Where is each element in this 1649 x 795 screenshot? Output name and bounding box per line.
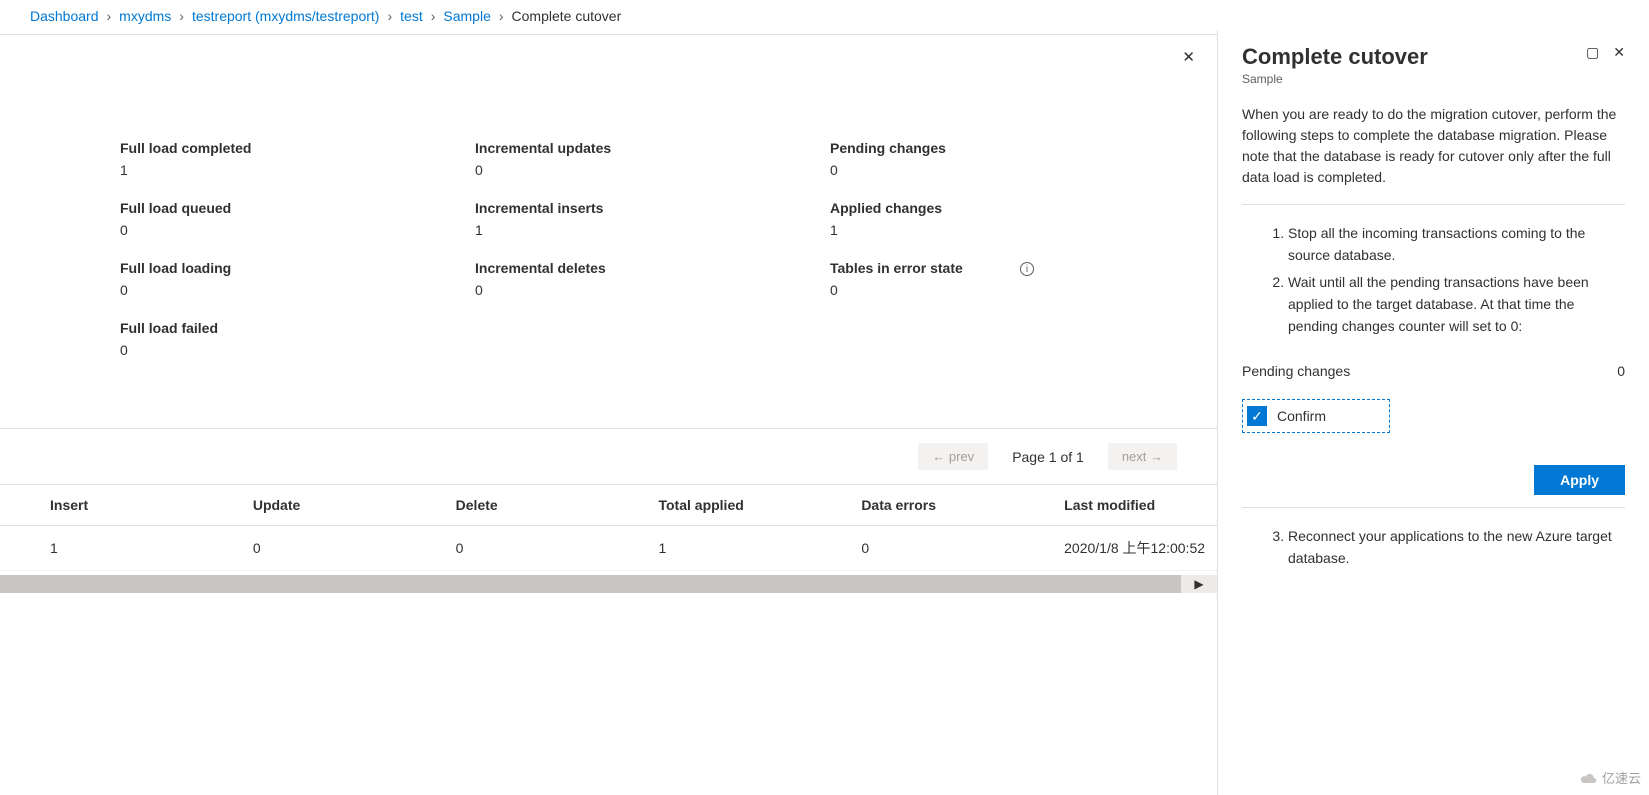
stat-value: 1 xyxy=(475,222,830,238)
stat-block: Incremental deletes 0 xyxy=(475,260,830,298)
steps-list-12: Stop all the incoming transactions comin… xyxy=(1242,223,1625,337)
stat-block: Full load completed 1 xyxy=(120,140,475,178)
data-table: InsertUpdateDeleteTotal appliedData erro… xyxy=(0,484,1217,571)
watermark: 亿速云 xyxy=(1578,768,1641,787)
steps-list-3: Reconnect your applications to the new A… xyxy=(1242,526,1625,569)
checkbox-checked-icon[interactable]: ✓ xyxy=(1247,406,1267,426)
table-cell: 0 xyxy=(203,526,406,571)
table-cell: 0 xyxy=(811,526,1014,571)
stat-label: Full load completed xyxy=(120,140,475,156)
stat-value: 0 xyxy=(830,162,1185,178)
confirm-label: Confirm xyxy=(1277,408,1326,424)
stat-block: Pending changes 0 xyxy=(830,140,1185,178)
close-icon[interactable]: ✕ xyxy=(1182,48,1195,66)
confirm-checkbox[interactable]: ✓ Confirm xyxy=(1242,399,1390,433)
stat-label: Incremental deletes xyxy=(475,260,830,276)
apply-button[interactable]: Apply xyxy=(1534,465,1625,495)
table-cell: 0 xyxy=(406,526,609,571)
stat-block: Full load failed 0 xyxy=(120,320,475,358)
pending-row: Pending changes 0 xyxy=(1242,363,1625,379)
stat-block: Incremental inserts 1 xyxy=(475,200,830,238)
table-row[interactable]: 100102020/1/8 上午12:00:52 xyxy=(0,526,1217,571)
stat-value: 0 xyxy=(830,282,1185,298)
table-section: ← prev Page 1 of 1 next → InsertUpdateDe… xyxy=(0,428,1217,593)
step-1: Stop all the incoming transactions comin… xyxy=(1288,223,1625,266)
stat-block: Applied changes 1 xyxy=(830,200,1185,238)
panel-title: Complete cutover xyxy=(1242,44,1428,70)
column-header: Delete xyxy=(406,485,609,526)
stat-value: 0 xyxy=(475,162,830,178)
next-button[interactable]: next → xyxy=(1108,443,1177,470)
stat-label: Incremental updates xyxy=(475,140,830,156)
maximize-icon[interactable]: ▢ xyxy=(1586,44,1599,61)
chevron-right-icon: › xyxy=(107,8,112,24)
stat-label: Incremental inserts xyxy=(475,200,830,216)
pending-value: 0 xyxy=(1617,363,1625,379)
stat-label: Pending changes xyxy=(830,140,1185,156)
step-3: Reconnect your applications to the new A… xyxy=(1288,526,1625,569)
panel-intro: When you are ready to do the migration c… xyxy=(1242,104,1625,188)
horizontal-scrollbar[interactable]: ▶ xyxy=(0,575,1217,593)
chevron-right-icon: › xyxy=(431,8,436,24)
column-header: Total applied xyxy=(608,485,811,526)
stat-label: Tables in error state xyxy=(830,260,1185,276)
table-cell: 1 xyxy=(0,526,203,571)
pending-label: Pending changes xyxy=(1242,363,1350,379)
stat-block: Incremental updates 0 xyxy=(475,140,830,178)
chevron-right-icon: › xyxy=(499,8,504,24)
prev-button[interactable]: ← prev xyxy=(918,443,988,470)
stat-value: 1 xyxy=(830,222,1185,238)
close-icon[interactable]: ✕ xyxy=(1613,44,1625,61)
breadcrumb-link-testreport[interactable]: testreport (mxydms/testreport) xyxy=(192,8,380,24)
column-header: Data errors xyxy=(811,485,1014,526)
stat-value: 1 xyxy=(120,162,475,178)
panel-subtitle: Sample xyxy=(1242,72,1625,86)
chevron-right-icon: › xyxy=(179,8,184,24)
breadcrumb-link-test[interactable]: test xyxy=(400,8,423,24)
table-cell: 2020/1/8 上午12:00:52 xyxy=(1014,526,1217,571)
stat-label: Full load queued xyxy=(120,200,475,216)
cloud-icon xyxy=(1578,771,1598,785)
column-header: Last modified xyxy=(1014,485,1217,526)
main-content: ✕ Full load completed1Incremental update… xyxy=(0,30,1217,795)
stat-block: Full load loading 0 xyxy=(120,260,475,298)
stat-block: Tables in error statei 0 xyxy=(830,260,1185,298)
cutover-panel: Complete cutover ▢ ✕ Sample When you are… xyxy=(1217,30,1649,795)
stat-label: Applied changes xyxy=(830,200,1185,216)
stat-label: Full load loading xyxy=(120,260,475,276)
stat-value: 0 xyxy=(120,342,475,358)
table-cell: 1 xyxy=(608,526,811,571)
breadcrumb-link-dashboard[interactable]: Dashboard xyxy=(30,8,99,24)
stats-grid: Full load completed1Incremental updates0… xyxy=(0,30,1217,358)
column-header: Update xyxy=(203,485,406,526)
scroll-right-icon[interactable]: ▶ xyxy=(1181,575,1217,593)
pager: ← prev Page 1 of 1 next → xyxy=(0,429,1217,484)
info-icon[interactable]: i xyxy=(1020,262,1034,276)
stat-value: 0 xyxy=(120,282,475,298)
step-2: Wait until all the pending transactions … xyxy=(1288,272,1625,337)
breadcrumb-link-sample[interactable]: Sample xyxy=(443,8,490,24)
breadcrumb-current: Complete cutover xyxy=(512,8,622,24)
stat-value: 0 xyxy=(120,222,475,238)
breadcrumb-link-mxydms[interactable]: mxydms xyxy=(119,8,171,24)
stat-label: Full load failed xyxy=(120,320,475,336)
stat-block: Full load queued 0 xyxy=(120,200,475,238)
stat-value: 0 xyxy=(475,282,830,298)
chevron-right-icon: › xyxy=(387,8,392,24)
column-header: Insert xyxy=(0,485,203,526)
pager-label: Page 1 of 1 xyxy=(1012,449,1084,465)
